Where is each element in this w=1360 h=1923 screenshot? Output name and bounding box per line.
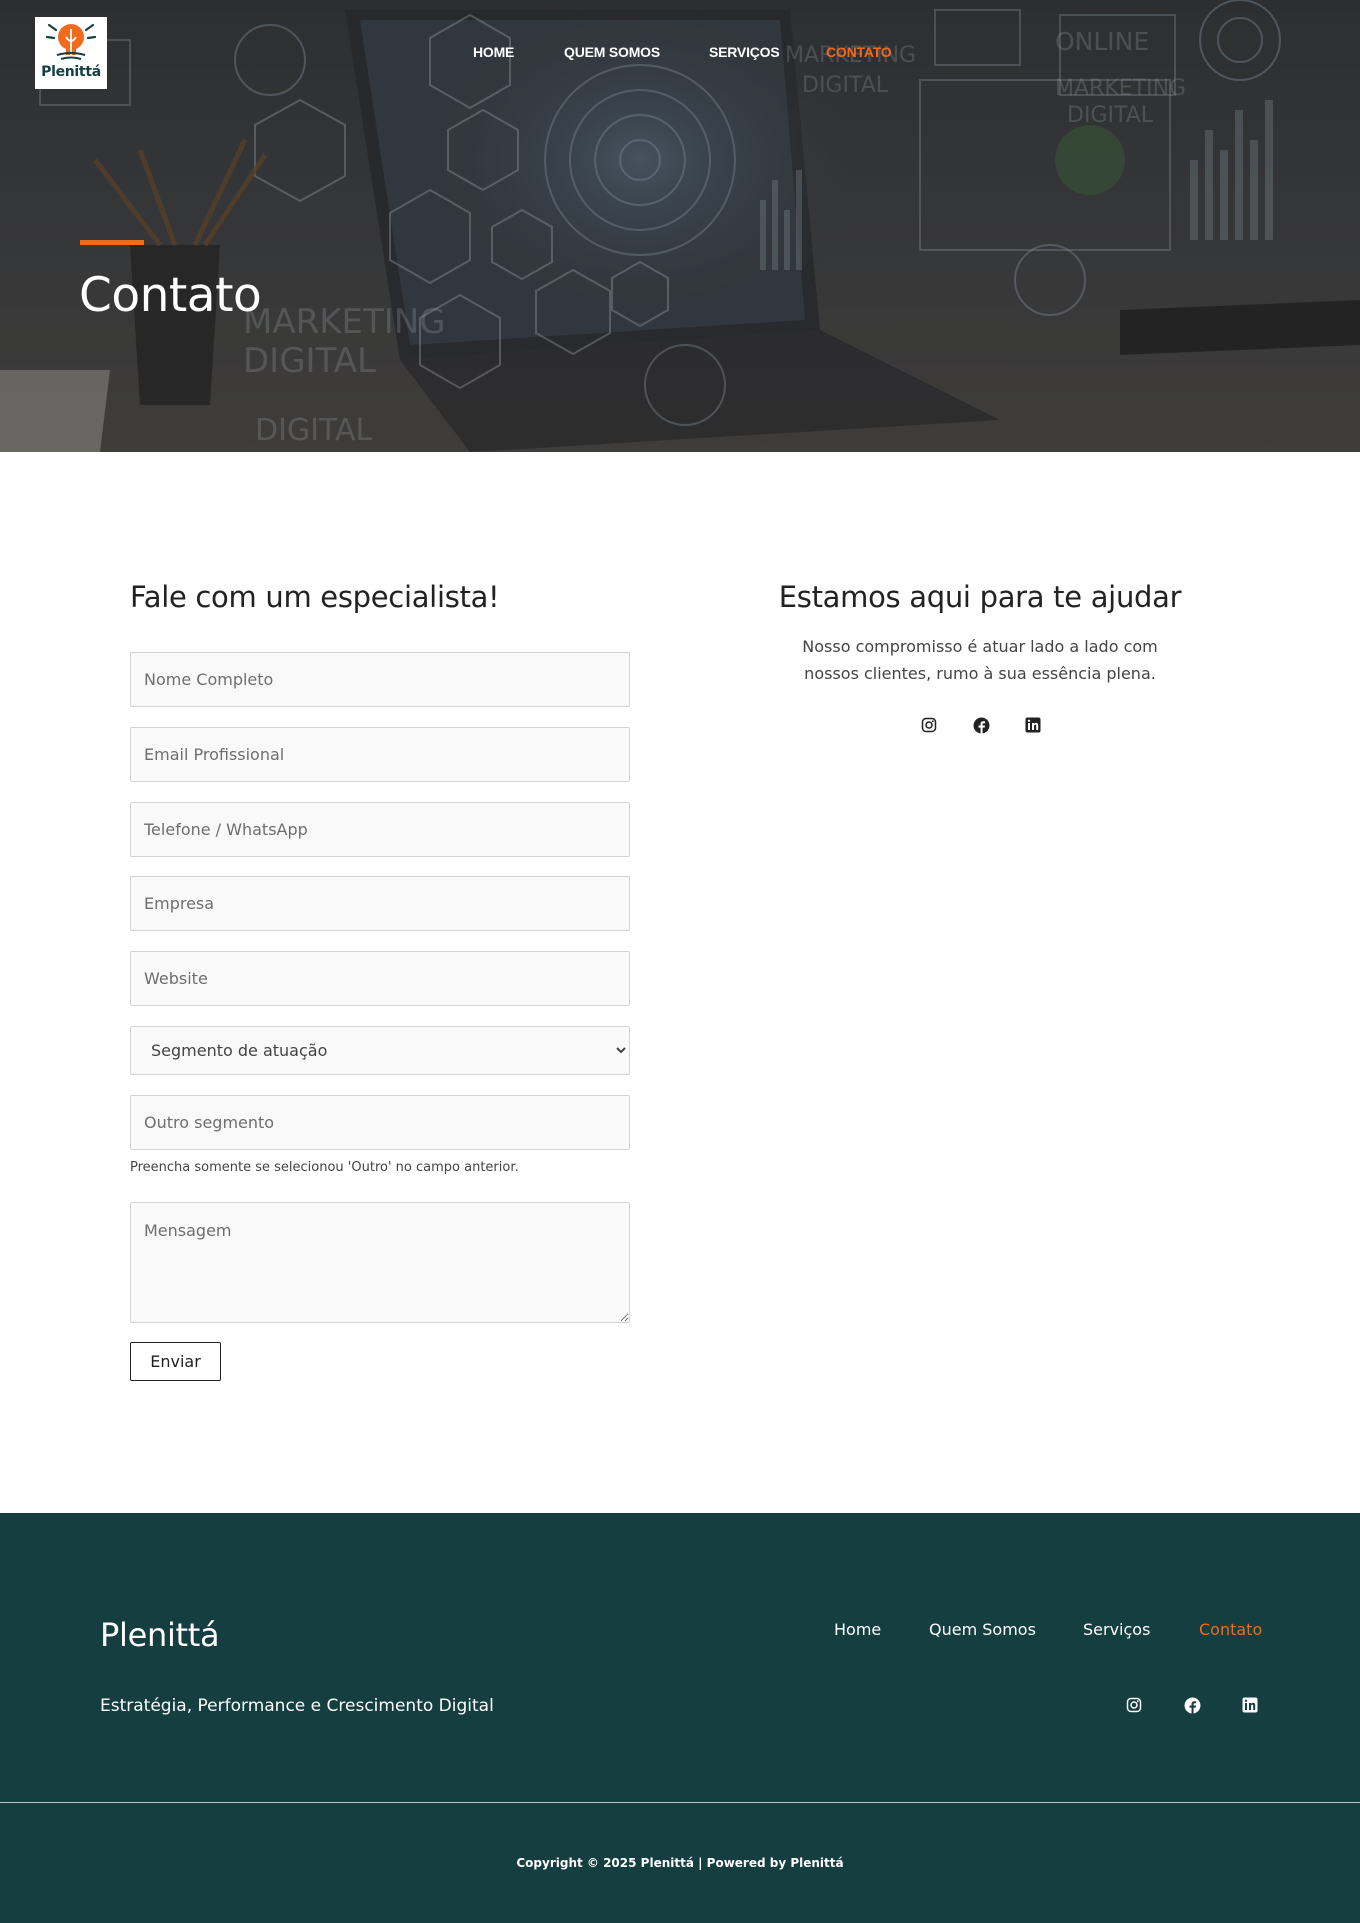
send-button[interactable]: Enviar [130,1342,221,1381]
facebook-icon[interactable] [971,715,991,735]
page-title: Contato [79,268,262,323]
footer-brand: Plenittá [100,1616,220,1654]
linkedin-icon[interactable] [1023,715,1043,735]
linkedin-icon[interactable] [1240,1695,1260,1715]
help-social-links [919,715,1043,735]
segment-select[interactable]: Segmento de atuação [130,1026,630,1075]
other-segment-input[interactable] [130,1095,630,1150]
help-title: Estamos aqui para te ajudar [778,580,1182,614]
nav-item-quem-somos[interactable]: QUEM SOMOS [564,44,660,60]
message-textarea[interactable] [130,1202,630,1323]
help-text: Nosso compromisso é atuar lado a lado co… [802,637,1158,683]
footer-social-links [1124,1695,1260,1715]
footer-nav-home[interactable]: Home [834,1620,881,1639]
logo[interactable]: Plenittá [35,17,107,89]
facebook-icon[interactable] [1182,1695,1202,1715]
phone-input[interactable] [130,802,630,857]
logo-wordmark: Plenittá [41,64,101,80]
email-input[interactable] [130,727,630,782]
footer-nav-servicos[interactable]: Serviços [1083,1620,1150,1639]
other-segment-hint: Preencha somente se selecionou 'Outro' n… [130,1160,519,1175]
instagram-icon[interactable] [919,715,939,735]
hero-background-image: ONLINE MARKETING DIGITAL MARKETING DIGIT… [0,0,1360,452]
nav-item-home[interactable]: HOME [473,44,514,60]
name-input[interactable] [130,652,630,707]
hero-section: ONLINE MARKETING DIGITAL MARKETING DIGIT… [0,0,1360,452]
website-input[interactable] [130,951,630,1006]
footer-nav-contato[interactable]: Contato [1199,1620,1262,1639]
hero-accent-bar [80,240,144,245]
nav-item-servicos[interactable]: SERVIÇOS [709,44,780,60]
instagram-icon[interactable] [1124,1695,1144,1715]
form-title: Fale com um especialista! [130,580,500,614]
footer-divider [0,1802,1360,1803]
copyright: Copyright © 2025 Plenittá | Powered by P… [516,1856,844,1870]
nav-item-contato[interactable]: CONTATO [826,44,892,60]
footer: Plenittá Estratégia, Performance e Cresc… [0,1513,1360,1923]
footer-nav-quem-somos[interactable]: Quem Somos [929,1620,1036,1639]
company-input[interactable] [130,876,630,931]
footer-tagline: Estratégia, Performance e Crescimento Di… [100,1696,494,1716]
